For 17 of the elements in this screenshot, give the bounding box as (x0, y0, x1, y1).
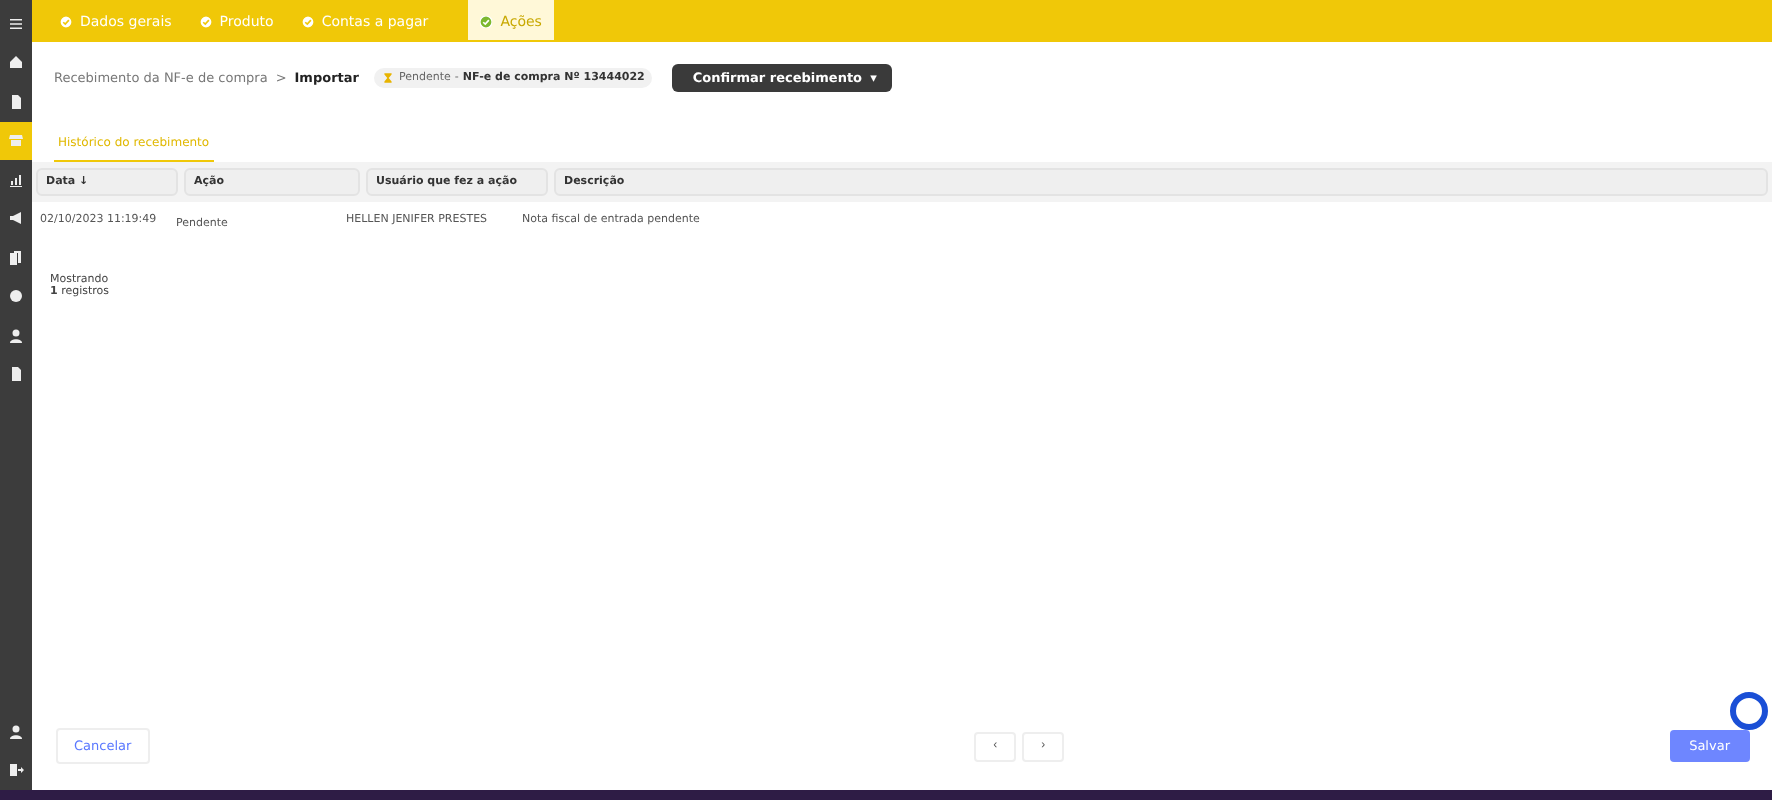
document-icon (8, 93, 24, 110)
storefront-icon (8, 132, 24, 149)
user-icon (8, 327, 24, 344)
check-icon (480, 15, 493, 27)
chart-icon (8, 171, 24, 188)
check-icon (301, 15, 314, 27)
document-icon (8, 366, 24, 383)
check-icon (199, 15, 212, 27)
megaphone-icon (8, 210, 24, 227)
sidebar-item[interactable] (0, 121, 32, 160)
hourglass-icon (382, 72, 395, 84)
exit-icon[interactable] (8, 762, 24, 779)
home-icon (8, 54, 24, 71)
user-icon[interactable] (8, 723, 24, 740)
menu-icon[interactable] (8, 15, 24, 32)
check-icon (60, 15, 72, 27)
files-icon (8, 249, 24, 266)
